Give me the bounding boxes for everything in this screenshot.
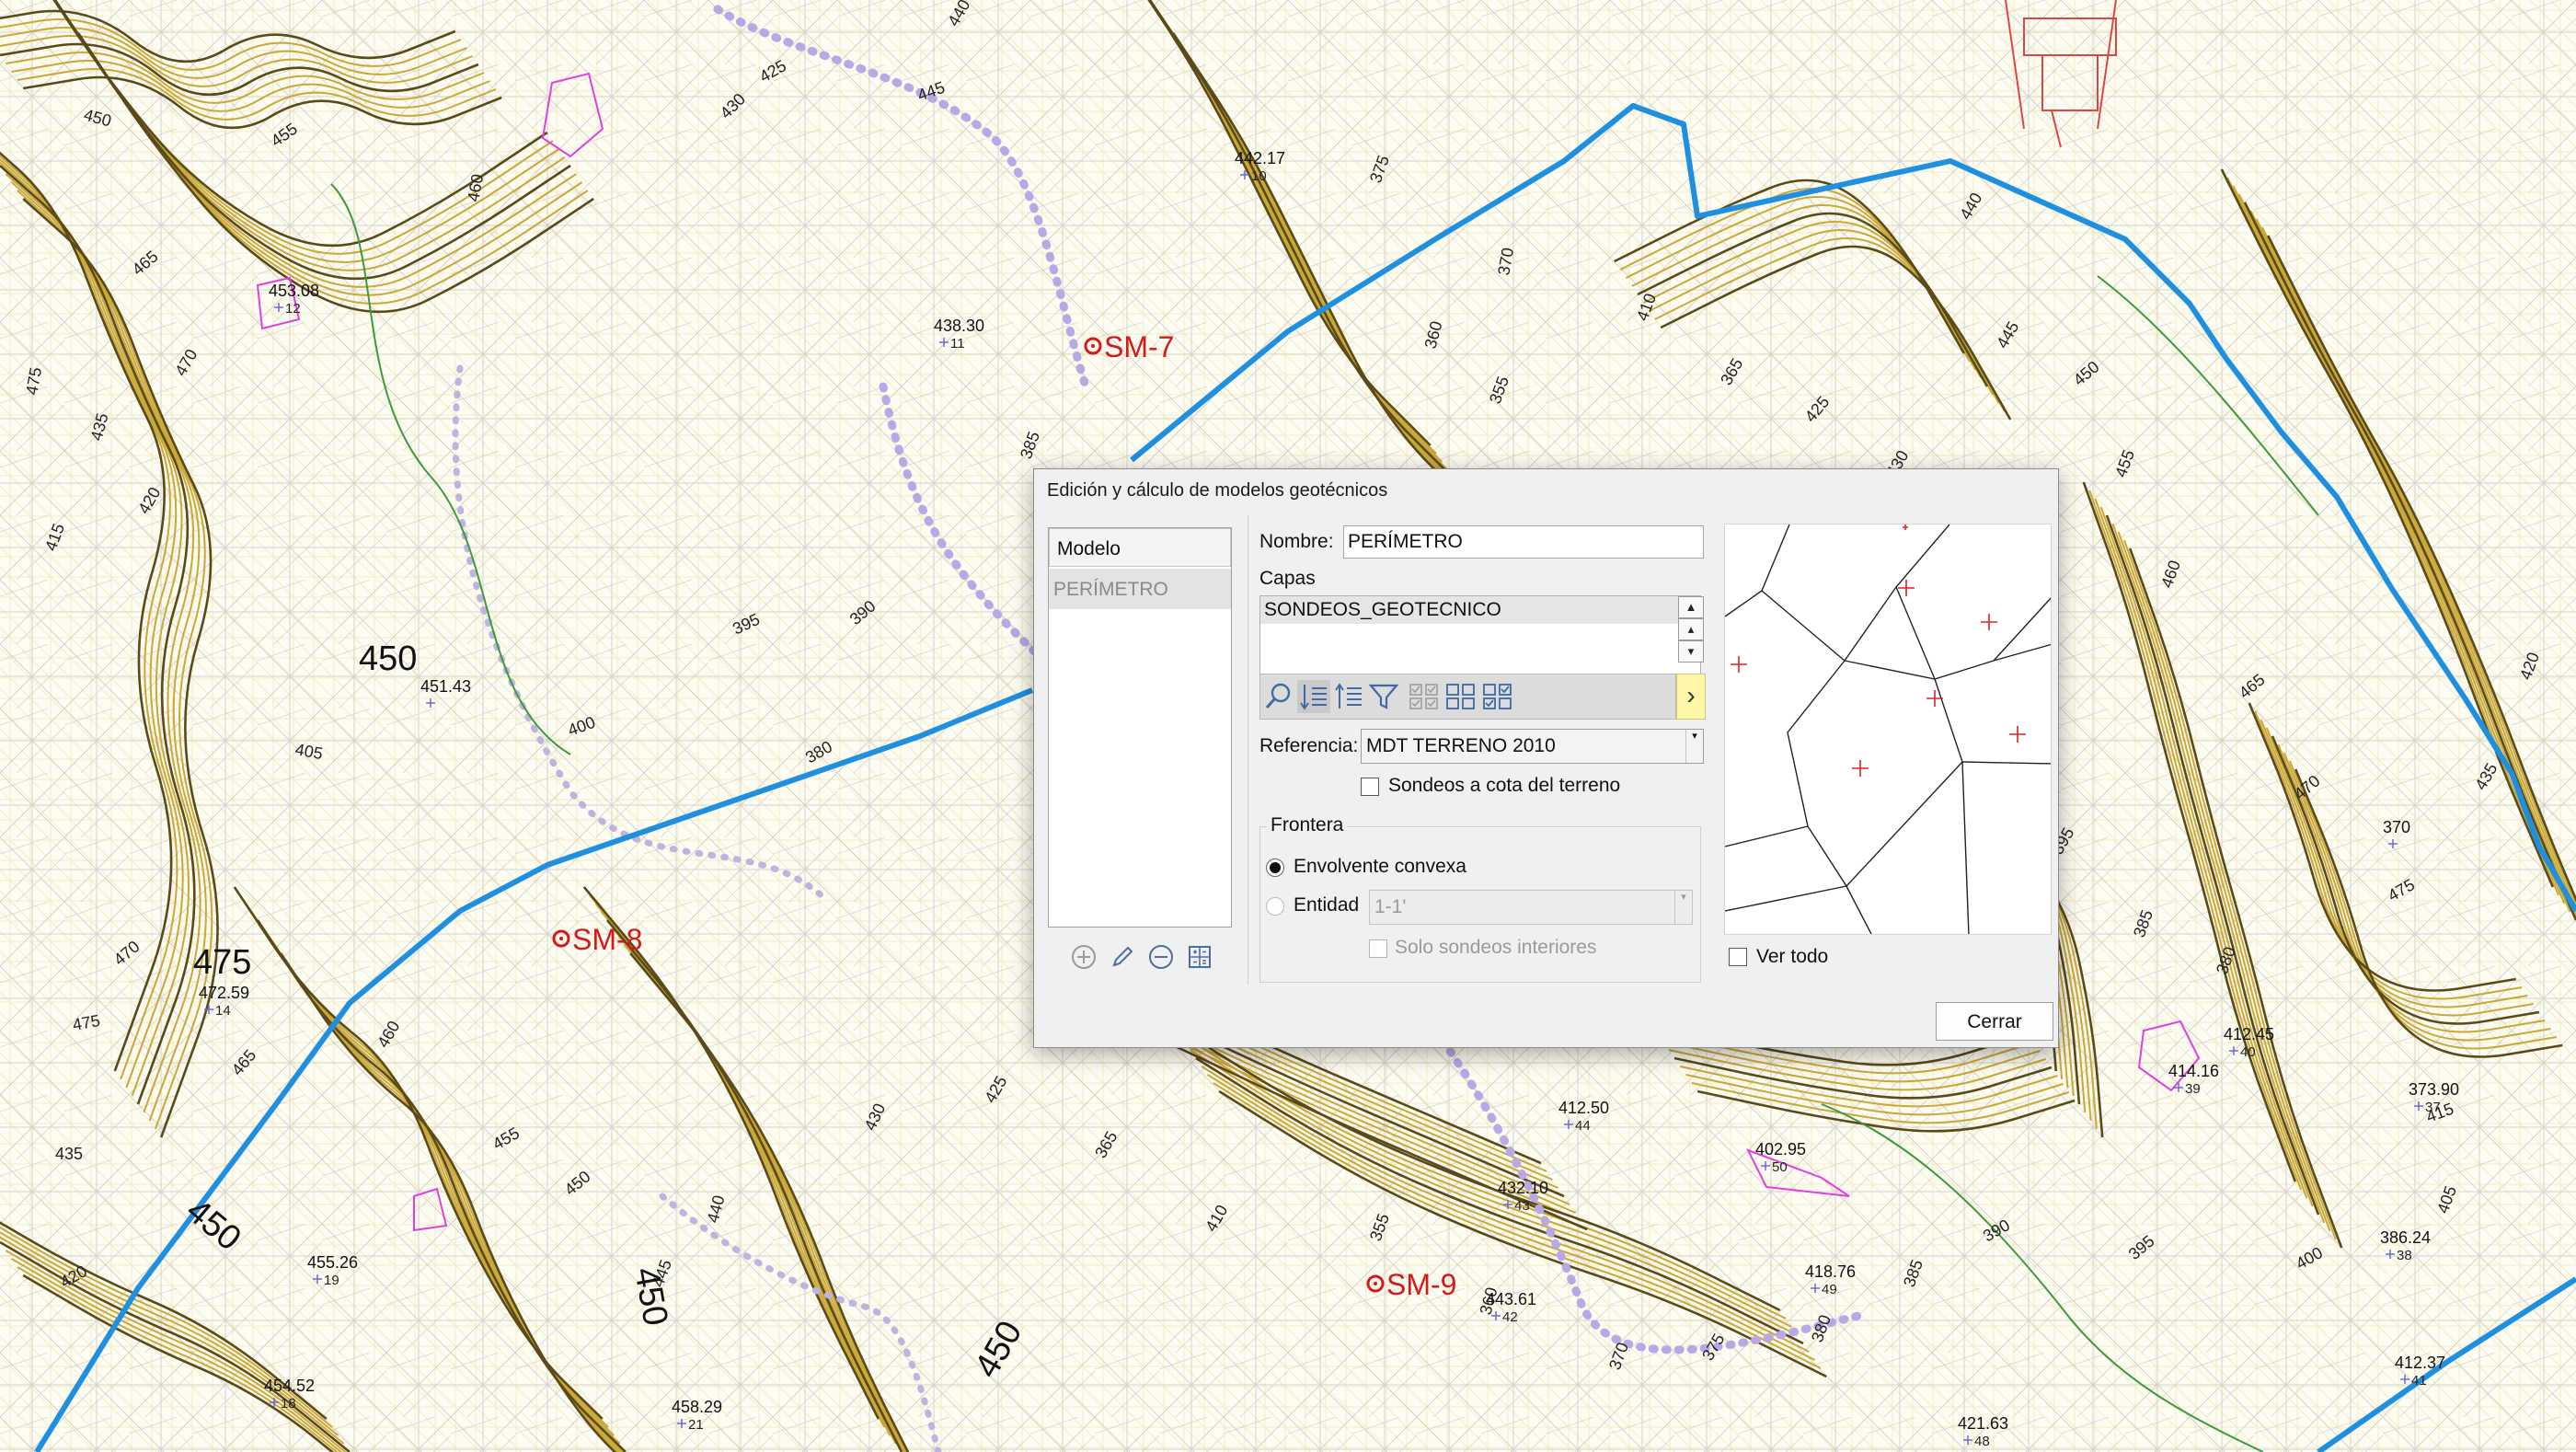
entidad-radio[interactable] — [1266, 897, 1284, 916]
voronoi-edges — [1725, 524, 2051, 934]
spot-height-label: 443.61 — [1486, 1290, 1536, 1308]
chevron-down-icon: ▾ — [1685, 730, 1703, 763]
spot-id-label: 41 — [2411, 1373, 2427, 1389]
spot-id-label: 14 — [215, 1003, 231, 1019]
spot-id-label: 18 — [281, 1396, 296, 1412]
voronoi-preview[interactable] — [1724, 524, 2052, 935]
spot-id-label: 21 — [688, 1417, 704, 1433]
scroll-top-icon[interactable]: ▲ — [1678, 596, 1704, 618]
contour-label: 435 — [55, 1145, 83, 1163]
spot-height-label: 458.29 — [672, 1398, 722, 1416]
nombre-input[interactable]: PERÍMETRO — [1343, 525, 1704, 559]
spot-height-label: 418.76 — [1805, 1262, 1856, 1281]
model-list-item[interactable]: PERÍMETRO — [1049, 569, 1231, 609]
ver-todo-label: Ver todo — [1756, 946, 1829, 967]
spot-height-label: 451.43 — [420, 677, 471, 696]
borehole-dot — [1091, 344, 1095, 348]
entidad-select-value: 1-1' — [1374, 896, 1407, 917]
add-icon[interactable] — [1068, 941, 1099, 973]
capas-list[interactable]: SONDEOS_GEOTECNICO ▲ ▴ ▾ — [1259, 595, 1704, 678]
calculator-icon[interactable] — [1184, 941, 1215, 973]
spot-id-label: 38 — [2397, 1248, 2412, 1263]
spot-height-label: 370 — [2383, 818, 2410, 836]
spot-id-label: 49 — [1822, 1282, 1837, 1297]
spot-height-label: 453.08 — [269, 282, 319, 300]
referencia-select[interactable]: MDT TERRENO 2010 ▾ — [1361, 729, 1704, 764]
spot-height-label: 412.45 — [2224, 1025, 2274, 1043]
spot-id-label: 44 — [1575, 1118, 1591, 1134]
spot-height-label: 412.37 — [2395, 1354, 2445, 1372]
spot-id-label: 12 — [285, 301, 301, 317]
close-button[interactable]: Cerrar — [1936, 1002, 2053, 1041]
spot-height-label: 421.63 — [1958, 1414, 2008, 1433]
spot-height-label: 402.95 — [1755, 1140, 1806, 1158]
entidad-select[interactable]: 1-1' ▾ — [1369, 890, 1693, 925]
edit-icon[interactable] — [1107, 941, 1138, 973]
spot-height-label: 373.90 — [2409, 1080, 2459, 1099]
capas-toolbar — [1259, 674, 1676, 720]
major-contour-label: 450 — [359, 640, 417, 678]
spot-height-label: 412.50 — [1558, 1099, 1609, 1117]
borehole-dot — [1374, 1282, 1377, 1285]
dialog-title: Edición y cálculo de modelos geotécnicos — [1047, 480, 1388, 501]
major-contour-label: 475 — [193, 943, 251, 982]
scroll-up-icon[interactable]: ▴ — [1678, 618, 1704, 640]
borehole-label[interactable]: SM-9 — [1386, 1268, 1456, 1301]
sort-down-icon[interactable] — [1297, 680, 1330, 713]
uncheck-all-icon[interactable] — [1444, 680, 1478, 713]
sondeos-cota-checkbox[interactable] — [1361, 778, 1379, 796]
chevron-right-icon[interactable]: › — [1676, 674, 1706, 720]
spot-height-label: 472.59 — [199, 984, 249, 1002]
spot-height-label: 414.16 — [2168, 1062, 2219, 1080]
spot-id-label: 10 — [1251, 168, 1267, 184]
spot-id-label: 43 — [1514, 1198, 1530, 1214]
spot-id-label: 50 — [1772, 1159, 1788, 1175]
envolvente-label: Envolvente convexa — [1294, 856, 1466, 877]
solo-sondeos-label: Solo sondeos interiores — [1395, 937, 1597, 958]
invert-check-icon[interactable] — [1481, 680, 1514, 713]
borehole-label[interactable]: SM-8 — [572, 923, 642, 956]
spot-id-label: 48 — [1974, 1434, 1990, 1449]
ver-todo-checkbox[interactable] — [1729, 948, 1747, 966]
spot-id-label: 19 — [324, 1273, 339, 1288]
spot-height-label: 454.52 — [264, 1377, 315, 1395]
spot-height-label: 386.24 — [2380, 1228, 2431, 1247]
spot-id-label: 37 — [2425, 1100, 2441, 1115]
spot-height-label: 455.26 — [307, 1253, 358, 1272]
frontera-group: Frontera Envolvente convexa Entidad 1-1'… — [1259, 814, 1701, 983]
borehole-markers — [1731, 524, 2026, 777]
spot-height-label: 432.10 — [1498, 1179, 1548, 1197]
model-list[interactable]: Modelo PERÍMETRO — [1048, 527, 1232, 928]
sort-up-icon[interactable] — [1332, 680, 1365, 713]
capas-label: Capas — [1259, 568, 1316, 589]
spot-id-label: 11 — [950, 336, 965, 351]
spot-id-label: 40 — [2240, 1044, 2256, 1060]
referencia-label: Referencia: — [1259, 735, 1359, 756]
solo-sondeos-checkbox[interactable] — [1369, 939, 1387, 958]
geotechnical-model-dialog: Edición y cálculo de modelos geotécnicos… — [1033, 468, 2059, 1048]
entidad-label: Entidad — [1294, 894, 1360, 916]
search-icon[interactable] — [1262, 680, 1295, 713]
sondeos-cota-label: Sondeos a cota del terreno — [1388, 775, 1621, 796]
capas-list-item[interactable]: SONDEOS_GEOTECNICO — [1260, 596, 1679, 624]
model-list-header: Modelo — [1049, 528, 1231, 567]
spot-id-label: 39 — [2185, 1081, 2201, 1097]
referencia-select-value: MDT TERRENO 2010 — [1366, 735, 1556, 756]
check-all-icon[interactable] — [1408, 680, 1441, 713]
spot-height-label: 442.17 — [1235, 149, 1285, 167]
borehole-label[interactable]: SM-7 — [1104, 330, 1174, 363]
scroll-down-icon[interactable]: ▾ — [1678, 640, 1704, 663]
chevron-down-icon: ▾ — [1674, 891, 1692, 924]
filter-icon[interactable] — [1367, 680, 1400, 713]
model-list-toolbar — [1048, 932, 1232, 978]
nombre-label: Nombre: — [1259, 531, 1334, 552]
borehole-dot — [559, 937, 563, 940]
remove-icon[interactable] — [1145, 941, 1177, 973]
spot-id-label: 42 — [1502, 1309, 1518, 1325]
spot-height-label: 438.30 — [934, 317, 984, 335]
frontera-legend: Frontera — [1267, 814, 1348, 836]
envolvente-radio[interactable] — [1266, 859, 1284, 877]
